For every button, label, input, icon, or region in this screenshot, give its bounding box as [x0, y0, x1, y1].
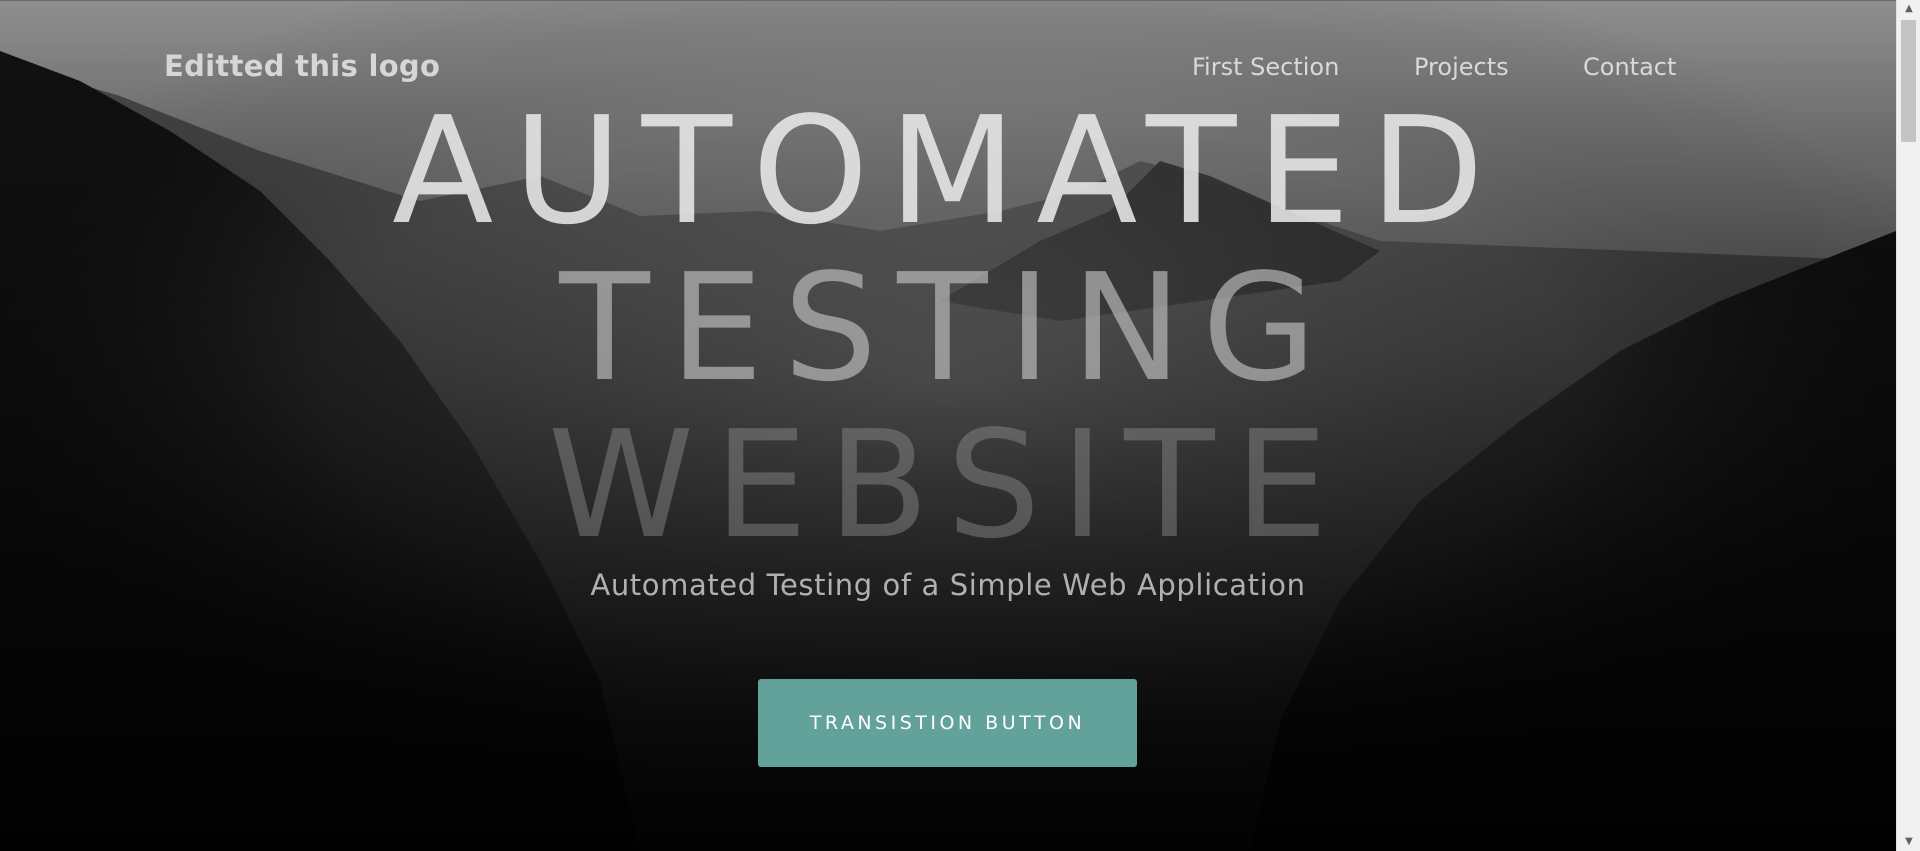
nav-link-projects[interactable]: Projects: [1414, 53, 1509, 81]
chevron-down-icon[interactable]: ▼: [1897, 833, 1920, 851]
hero-subtitle: Automated Testing of a Simple Web Applic…: [590, 568, 1306, 602]
chevron-up-icon[interactable]: ▲: [1897, 0, 1920, 18]
nav-link-contact[interactable]: Contact: [1583, 53, 1676, 81]
vertical-scrollbar[interactable]: ▲ ▼: [1896, 0, 1920, 851]
headline-line-3: WEBSITE: [547, 399, 1349, 571]
headline-line-1: AUTOMATED: [392, 85, 1504, 257]
headline-line-2: TESTING: [559, 242, 1337, 414]
nav-link-first-section[interactable]: First Section: [1192, 53, 1339, 81]
site-logo[interactable]: Editted this logo: [164, 49, 440, 83]
scrollbar-thumb[interactable]: [1901, 20, 1916, 142]
page-viewport: Editted this logo First Section Projects…: [0, 0, 1896, 851]
transition-button[interactable]: TRANSISTION BUTTON: [758, 679, 1137, 767]
